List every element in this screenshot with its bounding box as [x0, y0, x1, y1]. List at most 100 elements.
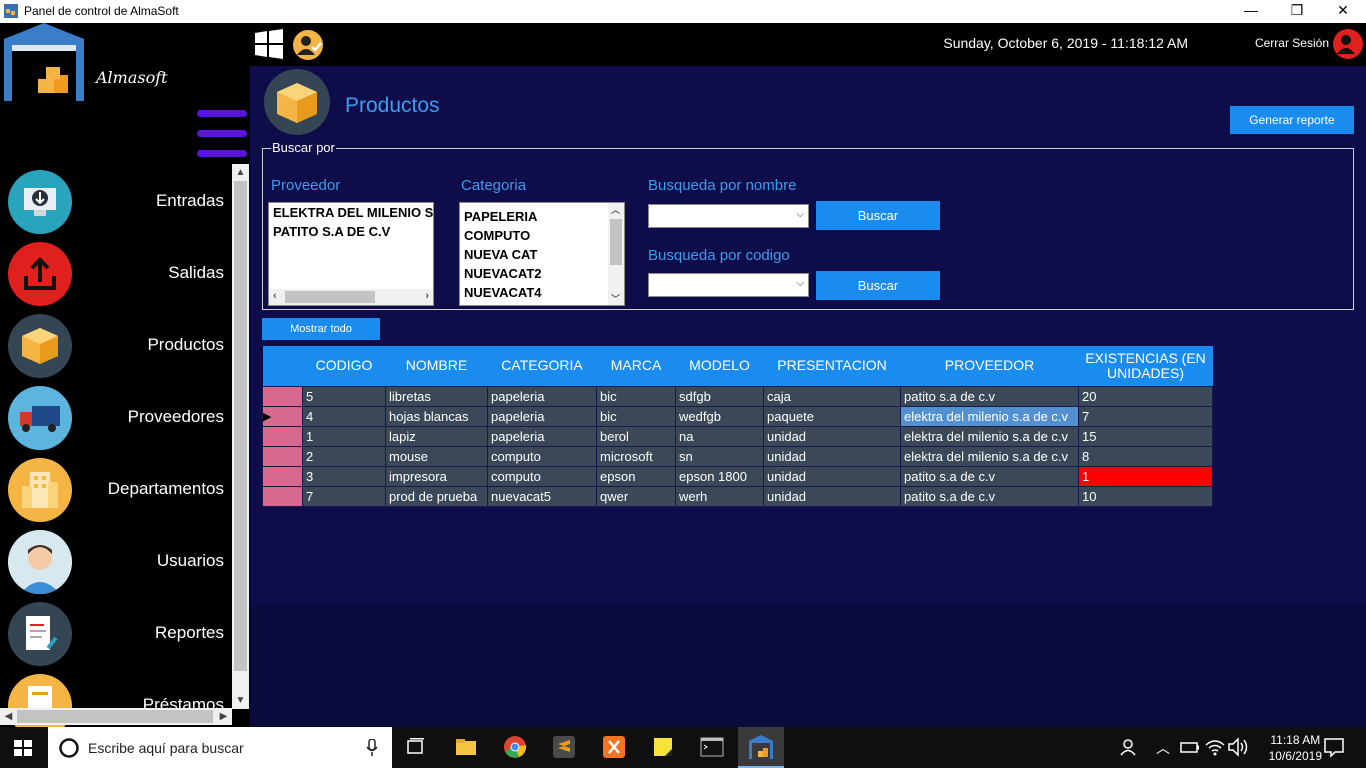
scroll-down-icon[interactable]: ﹀ [611, 292, 620, 305]
table-cell[interactable]: epson [596, 465, 676, 487]
almasoft-taskbar-button[interactable] [738, 727, 784, 768]
table-cell[interactable]: 2 [302, 445, 386, 467]
sublime-text-icon[interactable] [552, 735, 576, 759]
selected-table-cell[interactable]: elektra del milenio s.a de c.v [900, 405, 1079, 427]
row-header[interactable] [262, 485, 303, 507]
list-item[interactable]: COMPUTO [460, 226, 624, 245]
table-row[interactable]: 1 lapiz papeleria berol na unidad elektr… [262, 425, 1213, 447]
column-header[interactable]: CODIGO [302, 346, 386, 386]
sidebar-item-reportes[interactable]: Reportes [0, 599, 232, 669]
scroll-thumb[interactable] [17, 710, 213, 723]
table-cell[interactable]: sdfgb [675, 385, 764, 407]
table-cell[interactable]: unidad [763, 485, 901, 507]
scroll-left-icon[interactable]: ◀ [0, 708, 17, 725]
sidebar-item-proveedores[interactable]: Proveedores [0, 383, 232, 453]
low-stock-cell[interactable]: 1 [1078, 465, 1213, 487]
table-cell[interactable]: unidad [763, 465, 901, 487]
category-listbox[interactable]: PAPELERIA COMPUTO NUEVA CAT NUEVACAT2 NU… [459, 202, 625, 306]
table-cell[interactable]: 7 [302, 485, 386, 507]
menu-toggle-icon[interactable] [197, 110, 247, 170]
table-row[interactable]: ▶ 4 hojas blancas papeleria bic wedfgb p… [262, 405, 1213, 427]
provider-horizontal-scrollbar[interactable]: ‹ › [269, 289, 433, 305]
row-header[interactable] [262, 445, 303, 467]
table-cell[interactable]: 1 [302, 425, 386, 447]
table-cell[interactable]: 20 [1078, 385, 1213, 407]
table-cell[interactable]: papeleria [487, 425, 597, 447]
column-header[interactable]: MARCA [596, 346, 676, 386]
table-cell[interactable]: elektra del milenio s.a de c.v [900, 445, 1079, 467]
generate-report-button[interactable]: Generar reporte [1230, 106, 1354, 134]
close-button[interactable]: ✕ [1320, 0, 1366, 23]
list-item[interactable]: PAPELERIA [460, 207, 624, 226]
list-item[interactable]: PATITO S.A DE C.V [269, 222, 433, 241]
notifications-icon[interactable] [1322, 735, 1346, 759]
table-row[interactable]: 7 prod de prueba nuevacat5 qwer werh uni… [262, 485, 1213, 507]
table-cell[interactable]: paquete [763, 405, 901, 427]
table-cell[interactable]: 3 [302, 465, 386, 487]
chevron-down-icon[interactable]: ⌵ [796, 209, 804, 220]
table-cell[interactable]: patito s.a de c.v [900, 485, 1079, 507]
sidebar-item-productos[interactable]: Productos [0, 311, 232, 381]
search-by-code-button[interactable]: Buscar [816, 271, 940, 300]
sidebar-item-salidas[interactable]: Salidas [0, 239, 232, 309]
table-cell[interactable]: computo [487, 445, 597, 467]
sidebar-vertical-scrollbar[interactable]: ▲ ▼ [232, 164, 249, 709]
sticky-notes-icon[interactable] [651, 735, 675, 759]
taskbar-search-box[interactable]: Escribe aquí para buscar [48, 727, 392, 768]
table-cell[interactable]: hojas blancas [385, 405, 488, 427]
windows-icon[interactable] [253, 28, 285, 60]
table-cell[interactable]: sn [675, 445, 764, 467]
scroll-left-icon[interactable]: ‹ [273, 290, 277, 302]
table-cell[interactable]: epson 1800 [675, 465, 764, 487]
table-cell[interactable]: impresora [385, 465, 488, 487]
sidebar-item-departamentos[interactable]: Departamentos [0, 455, 232, 525]
table-cell[interactable]: werh [675, 485, 764, 507]
table-cell[interactable]: unidad [763, 425, 901, 447]
products-table[interactable]: CODIGO NOMBRE CATEGORIA MARCA MODELO PRE… [262, 346, 1213, 507]
scroll-down-icon[interactable]: ▼ [232, 692, 249, 709]
table-cell[interactable]: caja [763, 385, 901, 407]
file-explorer-icon[interactable] [454, 735, 478, 759]
search-by-name-button[interactable]: Buscar [816, 201, 940, 230]
table-row[interactable]: 3 impresora computo epson epson 1800 uni… [262, 465, 1213, 487]
table-cell[interactable]: microsoft [596, 445, 676, 467]
scroll-thumb[interactable] [285, 291, 375, 303]
volume-icon[interactable] [1226, 735, 1250, 759]
list-item[interactable]: NUEVACAT4 [460, 283, 624, 302]
table-cell[interactable]: 4 [302, 405, 386, 427]
scroll-right-icon[interactable]: ▶ [215, 708, 232, 725]
taskbar-clock[interactable]: 11:18 AM 10/6/2019 [1269, 732, 1322, 764]
table-cell[interactable]: 8 [1078, 445, 1213, 467]
start-icon[interactable] [14, 740, 32, 756]
table-row[interactable]: 5 libretas papeleria bic sdfgb caja pati… [262, 385, 1213, 407]
table-cell[interactable]: 7 [1078, 405, 1213, 427]
scroll-thumb[interactable] [234, 181, 247, 671]
table-cell[interactable]: lapiz [385, 425, 488, 447]
xampp-icon[interactable] [602, 735, 626, 759]
table-cell[interactable]: berol [596, 425, 676, 447]
sidebar-horizontal-scrollbar[interactable]: ◀ ▶ [0, 708, 232, 725]
scroll-thumb[interactable] [610, 219, 622, 265]
logout-button[interactable]: Cerrar Sesión [1255, 36, 1329, 50]
column-header[interactable]: PROVEEDOR [900, 346, 1079, 386]
table-cell[interactable]: 5 [302, 385, 386, 407]
table-cell[interactable]: papeleria [487, 385, 597, 407]
table-cell[interactable]: prod de prueba [385, 485, 488, 507]
column-header[interactable]: EXISTENCIAS (EN UNIDADES) [1078, 346, 1213, 386]
table-cell[interactable]: libretas [385, 385, 488, 407]
maximize-button[interactable]: ❐ [1274, 0, 1320, 23]
name-search-combobox[interactable]: ⌵ [648, 204, 809, 228]
microphone-icon[interactable] [366, 739, 378, 757]
people-icon[interactable] [1118, 735, 1142, 759]
sidebar-item-entradas[interactable]: Entradas [0, 167, 232, 237]
logout-user-icon[interactable] [1332, 28, 1364, 60]
table-cell[interactable]: na [675, 425, 764, 447]
table-cell[interactable]: qwer [596, 485, 676, 507]
list-item[interactable]: ELEKTRA DEL MILENIO S [269, 203, 433, 222]
show-hidden-icons-icon[interactable]: ︿ [1156, 738, 1170, 758]
code-search-combobox[interactable]: ⌵ [648, 273, 809, 297]
column-header[interactable]: MODELO [675, 346, 764, 386]
show-all-button[interactable]: Mostrar todo [262, 318, 380, 340]
table-cell[interactable]: patito s.a de c.v [900, 385, 1079, 407]
table-cell[interactable]: 10 [1078, 485, 1213, 507]
